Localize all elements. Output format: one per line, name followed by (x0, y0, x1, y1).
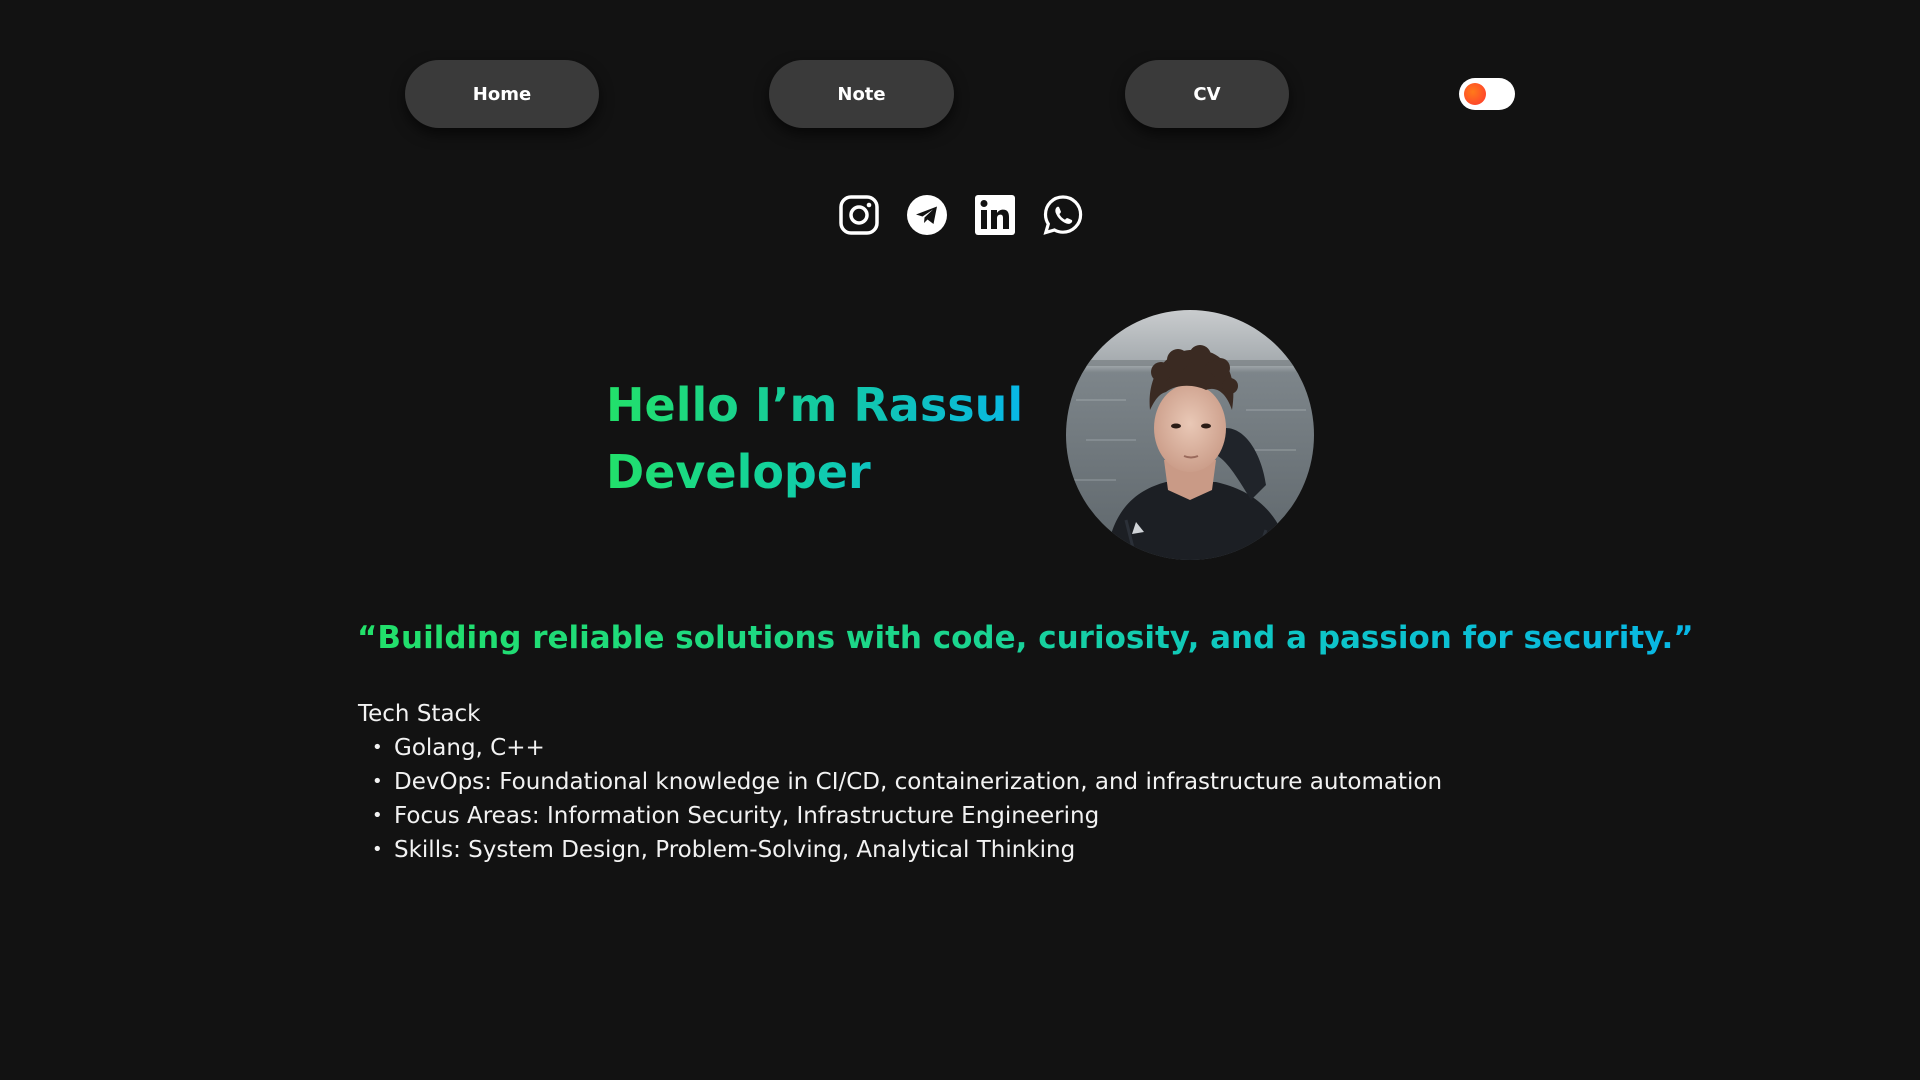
list-item: Golang, C++ (372, 731, 1442, 765)
telegram-icon (907, 195, 947, 235)
telegram-link[interactable] (906, 194, 948, 236)
page: Home Note CV Hello I’m Rassul Developer … (0, 0, 1920, 1080)
list-item: Focus Areas: Information Security, Infra… (372, 799, 1442, 833)
avatar (1066, 310, 1314, 560)
theme-toggle-knob (1464, 83, 1486, 105)
nav-note-button[interactable]: Note (769, 60, 954, 128)
instagram-icon (839, 195, 879, 235)
hero-role: Developer (606, 439, 871, 506)
nav-cv-button[interactable]: CV (1125, 60, 1289, 128)
tech-stack-title: Tech Stack (358, 701, 481, 727)
whatsapp-icon (1043, 195, 1083, 235)
hero-greeting: Hello I’m Rassul (606, 372, 1023, 439)
instagram-link[interactable] (838, 194, 880, 236)
tech-stack-section: Tech Stack Golang, C++ DevOps: Foundatio… (358, 697, 1442, 867)
nav-home-button[interactable]: Home (405, 60, 599, 128)
profile-photo (1066, 310, 1314, 560)
social-links (838, 194, 1084, 236)
list-item: Skills: System Design, Problem-Solving, … (372, 833, 1442, 867)
hero-heading: Hello I’m Rassul Developer (606, 372, 1023, 506)
linkedin-link[interactable] (974, 194, 1016, 236)
whatsapp-link[interactable] (1042, 194, 1084, 236)
list-item: DevOps: Foundational knowledge in CI/CD,… (372, 765, 1442, 799)
tech-stack-list: Golang, C++ DevOps: Foundational knowled… (358, 731, 1442, 867)
tagline-quote: “Building reliable solutions with code, … (357, 620, 1694, 656)
linkedin-icon (975, 195, 1015, 235)
theme-toggle[interactable] (1459, 78, 1515, 110)
